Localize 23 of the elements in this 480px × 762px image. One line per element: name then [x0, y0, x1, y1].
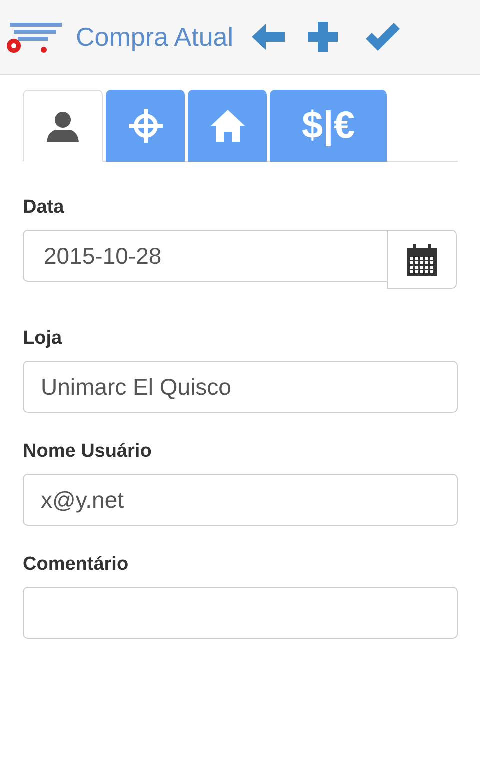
- confirm-button[interactable]: [366, 23, 400, 51]
- add-button[interactable]: [308, 22, 338, 52]
- page-title: Compra Atual: [76, 20, 234, 54]
- person-icon: [46, 110, 80, 142]
- cart-logo-icon: [4, 23, 62, 53]
- input-field[interactable]: Unimarc El Quisco: [23, 361, 458, 413]
- input-field[interactable]: x@y.net: [23, 474, 458, 526]
- crosshair-icon: [128, 109, 162, 143]
- date-field[interactable]: 2015-10-28: [23, 230, 388, 282]
- checkmark-icon: [366, 23, 400, 51]
- field-label: Comentário: [23, 553, 130, 577]
- plus-icon: [308, 22, 338, 52]
- field-label: Data: [23, 196, 66, 220]
- input-field[interactable]: [23, 587, 458, 639]
- arrow-left-icon: [252, 24, 286, 50]
- field-label: Loja: [23, 327, 64, 351]
- calendar-button[interactable]: [387, 230, 457, 289]
- currency-symbol: $|€: [302, 107, 355, 145]
- calendar-icon: [407, 244, 437, 276]
- back-button[interactable]: [252, 24, 286, 50]
- field-label: Nome Usuário: [23, 440, 153, 464]
- tab[interactable]: [23, 90, 103, 162]
- home-icon: [210, 109, 246, 143]
